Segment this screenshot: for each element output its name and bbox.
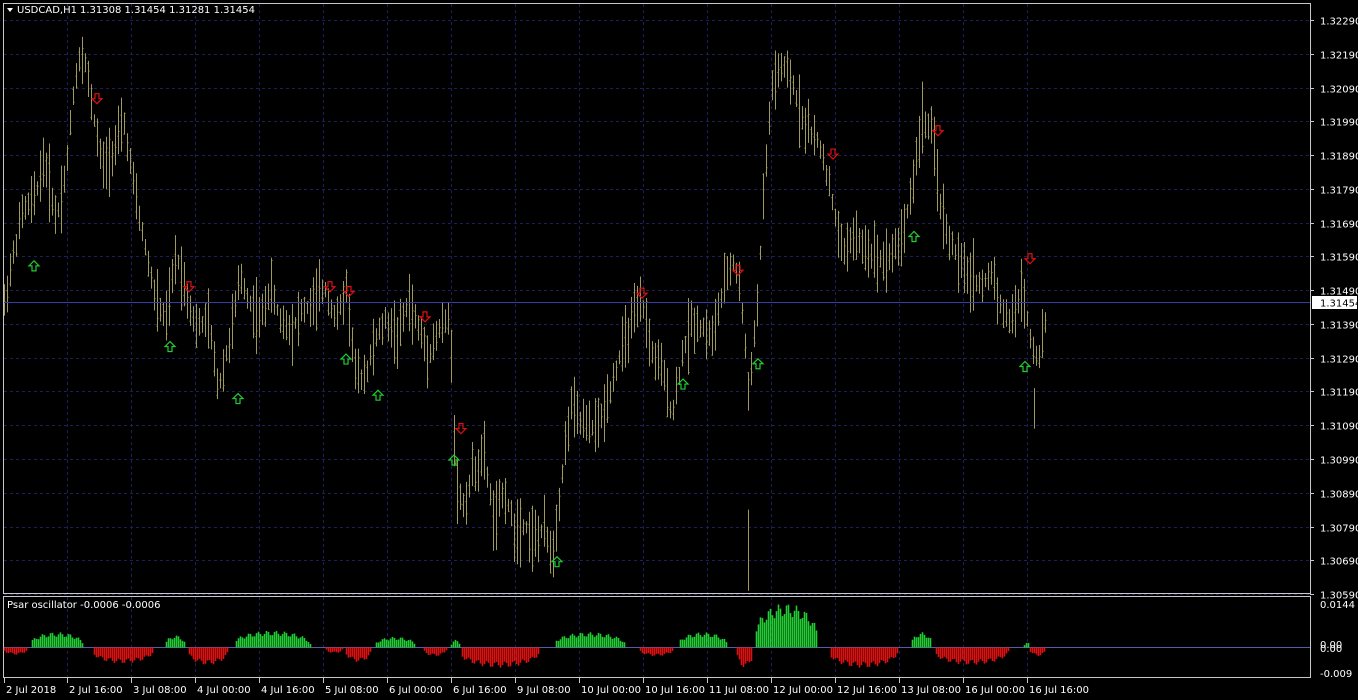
y-tick-label: 1.30690 <box>1320 557 1358 568</box>
x-tick-label: 4 Jul 16:00 <box>261 685 315 696</box>
x-tick-label: 9 Jul 08:00 <box>517 685 571 696</box>
svg-text:1.31454: 1.31454 <box>1320 299 1358 310</box>
x-tick-label: 11 Jul 08:00 <box>709 685 769 696</box>
y-tick-label: 1.31290 <box>1320 355 1358 366</box>
y-tick-label: 1.31890 <box>1320 152 1358 163</box>
x-tick-label: 2 Jul 16:00 <box>69 685 123 696</box>
chart-header: USDCAD,H1 1.31308 1.31454 1.31281 1.3145… <box>7 5 255 16</box>
trading-chart[interactable]: 1.32290 1.32190 1.32090 1.31990 1.31890 1.317… <box>0 0 1358 700</box>
y-tick-label: 1.31090 <box>1320 422 1358 433</box>
y-tick-label: 1.31590 <box>1320 253 1358 264</box>
y-tick-label: 1.31190 <box>1320 388 1358 399</box>
x-tick-label: 4 Jul 00:00 <box>197 685 251 696</box>
osc-y-tick-label: 0.00 <box>1320 644 1342 655</box>
x-tick-label: 2 Jul 2018 <box>6 685 56 696</box>
current-price-box: 1.31454 <box>1312 296 1358 310</box>
x-tick-label: 3 Jul 08:00 <box>133 685 187 696</box>
x-tick-label: 16 Jul 16:00 <box>1029 685 1089 696</box>
y-tick-label: 1.31490 <box>1320 287 1358 298</box>
oscillator-axis: 0.01440.000.00-0.009 <box>1320 600 1355 680</box>
time-axis: 2 Jul 2018 2 Jul 16:00 3 Jul 08:00 4 Jul 00… <box>4 678 1089 696</box>
y-tick-label: 1.31690 <box>1320 220 1358 231</box>
x-tick-label: 16 Jul 00:00 <box>965 685 1025 696</box>
x-tick-label: 6 Jul 00:00 <box>389 685 443 696</box>
y-tick-label: 1.32290 <box>1320 17 1358 28</box>
symbol-label: USDCAD,H1 <box>17 5 77 16</box>
y-tick-label: 1.31990 <box>1320 118 1358 129</box>
main-chart-frame[interactable] <box>3 3 1311 594</box>
ohlc-values: 1.31308 1.31454 1.31281 1.31454 <box>80 5 255 16</box>
y-tick-label: 1.31390 <box>1320 321 1358 332</box>
y-tick-label: 1.32190 <box>1320 51 1358 62</box>
x-tick-label: 5 Jul 08:00 <box>325 685 379 696</box>
x-tick-label: 10 Jul 16:00 <box>645 685 705 696</box>
oscillator-frame[interactable] <box>3 596 1311 678</box>
y-tick-label: 1.30790 <box>1320 524 1358 535</box>
x-tick-label: 13 Jul 08:00 <box>901 685 961 696</box>
y-tick-label: 1.31790 <box>1320 186 1358 197</box>
y-tick-label: 1.30890 <box>1320 490 1358 501</box>
x-tick-label: 12 Jul 00:00 <box>773 685 833 696</box>
x-tick-label: 10 Jul 00:00 <box>581 685 641 696</box>
y-tick-label: 1.30990 <box>1320 456 1358 467</box>
oscillator-label: Psar oscillator -0.0006 -0.0006 <box>7 600 160 611</box>
x-tick-label: 12 Jul 16:00 <box>837 685 897 696</box>
osc-y-tick-label: 0.0144 <box>1320 600 1355 611</box>
osc-y-tick-label: -0.009 <box>1320 669 1352 680</box>
x-tick-label: 6 Jul 16:00 <box>453 685 507 696</box>
y-tick-label: 1.32090 <box>1320 85 1358 96</box>
